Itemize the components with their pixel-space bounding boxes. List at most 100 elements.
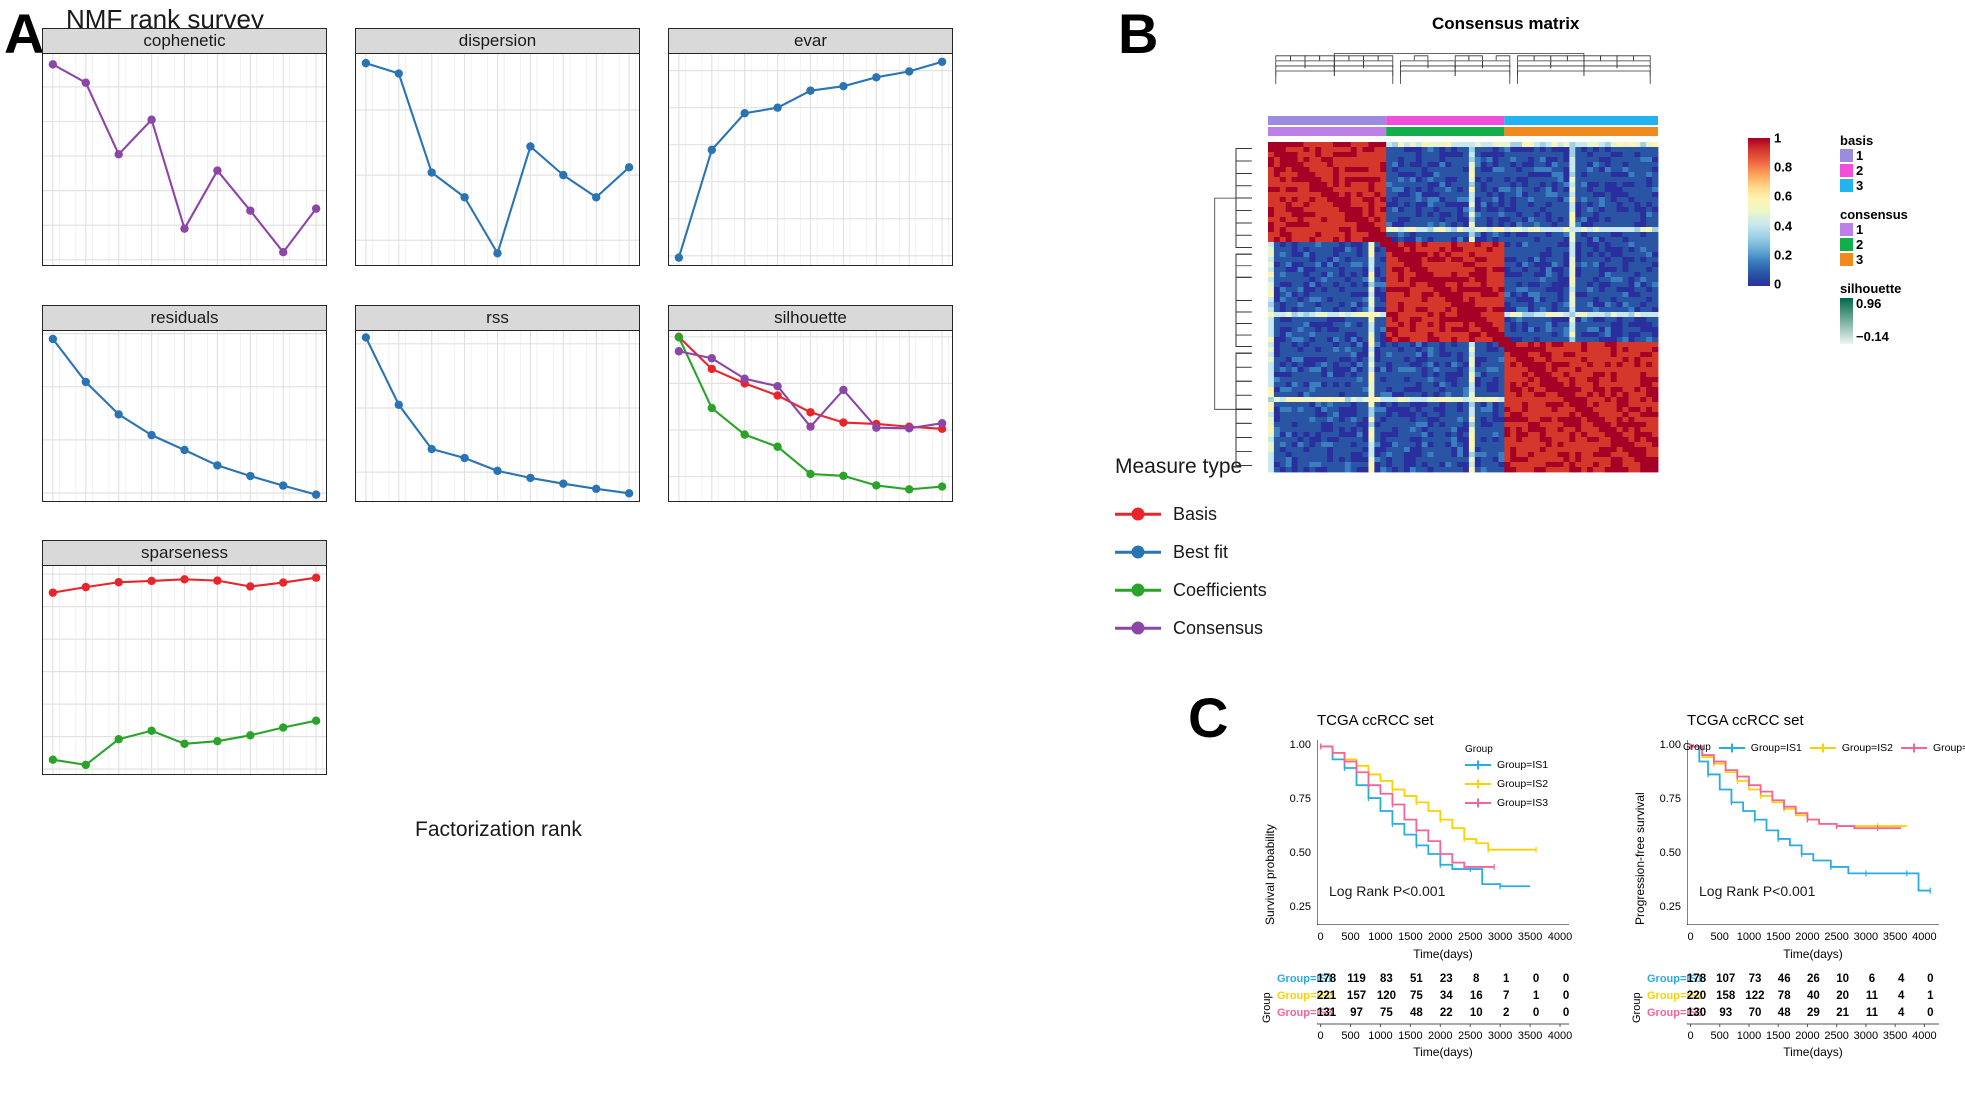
silhouette-max-label: 0.96: [1856, 296, 1882, 311]
km-x-tick-label: 2000: [1795, 931, 1820, 943]
scale-tick-label: 1: [1774, 130, 1782, 146]
legend-item[interactable]: Consensus: [1115, 609, 1267, 647]
km-x-tick-label: 2500: [1824, 931, 1849, 943]
risk-table-cell: 0: [1562, 990, 1570, 1002]
legend-title: basis: [1840, 133, 1874, 148]
consensus-matrix-figure: [1180, 30, 1740, 480]
km-legend-item-label: Group=IS2: [1497, 777, 1549, 790]
km-y-tick-label: 1.00: [1659, 739, 1681, 752]
km-legend-swatch: [1465, 760, 1491, 770]
risk-table-cell: 26: [1807, 973, 1820, 985]
km-x-tick-label: 2000: [1428, 931, 1453, 943]
km-x-tick-label: 1500: [1765, 931, 1791, 943]
km-y-tick-label: 0.50: [1659, 847, 1681, 859]
legend-title: consensus: [1840, 207, 1908, 222]
km-y-tick-label: 0.75: [1659, 793, 1681, 806]
consensus-heatmap: [1214, 53, 1659, 473]
legend-swatch: [1115, 506, 1161, 522]
legend-item[interactable]: Basis: [1115, 495, 1267, 533]
facet-residuals: residuals 2e+053e+054e+055e+052345678910: [42, 305, 327, 502]
km-plot-title: TCGA ccRCC set: [1317, 712, 1434, 729]
legend-item-label: Best fit: [1173, 541, 1229, 562]
risk-table-x-axis-label: Time(days): [1783, 1045, 1843, 1059]
risk-table-cell: 7: [1502, 990, 1510, 1002]
log-rank-pvalue: Log Rank P<0.001: [1699, 883, 1816, 899]
km-legend-item[interactable]: Group=IS2: [1809, 738, 1893, 757]
km-x-axis-label: Time(days): [1783, 947, 1843, 961]
risk-table-cell: 0: [1532, 1007, 1540, 1019]
panel-b-legends: basis 123 consensus 123 silhouette 0.96 …: [1840, 133, 1908, 346]
km-legend-item[interactable]: Group=IS1: [1718, 738, 1802, 757]
km-x-tick-label: 4000: [1912, 931, 1937, 943]
legend-item[interactable]: Best fit: [1115, 533, 1267, 571]
km-x-tick-label: 3000: [1487, 931, 1513, 943]
risk-table-x-tick-label: 2500: [1457, 1030, 1483, 1042]
km-legend: Group Group=IS1 Group=IS2 Group=IS3: [1465, 744, 1548, 812]
legend-title: silhouette: [1840, 281, 1902, 296]
km-x-tick-label: 3500: [1517, 931, 1543, 943]
facet-cophenetic: cophenetic 0.930.940.950.960.970.9823456…: [42, 28, 327, 266]
legend-item[interactable]: 2: [1840, 163, 1908, 178]
legend-swatch: [1115, 582, 1161, 598]
km-y-tick-label: 0.25: [1659, 900, 1681, 913]
legend-swatch: [1840, 223, 1853, 236]
km-legend-item[interactable]: Group=IS3: [1900, 738, 1965, 757]
km-x-tick-label: 500: [1341, 931, 1360, 943]
risk-table-cell: 8: [1473, 973, 1480, 985]
legend-item[interactable]: 3: [1840, 252, 1908, 267]
legend-item-label: Coefficients: [1173, 579, 1267, 600]
risk-table-group-axis-label: Group: [1261, 992, 1273, 1023]
legend-swatch: [1840, 238, 1853, 251]
risk-table-x-tick-label: 1000: [1736, 1030, 1762, 1042]
risk-table-cell: 10: [1469, 1007, 1483, 1019]
risk-table-x-axis-label: Time(days): [1413, 1045, 1473, 1059]
facet-strip-label: rss: [355, 305, 640, 331]
km-legend-item-label: Group=IS1: [1497, 758, 1549, 771]
legend-item[interactable]: Coefficients: [1115, 571, 1267, 609]
risk-table-cell: 4: [1897, 1007, 1905, 1019]
legend-item[interactable]: 2: [1840, 237, 1908, 252]
risk-table-x-tick-label: 500: [1341, 1030, 1360, 1042]
legend-entries: 123: [1840, 222, 1908, 267]
legend-item[interactable]: 1: [1840, 222, 1908, 237]
scale-tick-label: 0.4: [1774, 218, 1793, 234]
risk-table-cell: 93: [1719, 1007, 1733, 1019]
risk-table-x-tick-label: 3000: [1853, 1030, 1879, 1042]
risk-table-x-tick-label: 4000: [1547, 1030, 1573, 1042]
scale-tick-label: 0: [1774, 276, 1782, 292]
km-legend-item[interactable]: Group=IS1: [1465, 755, 1548, 774]
facet-strip-label: sparseness: [42, 540, 327, 566]
color-scale-bar: [1748, 138, 1770, 286]
km-y-axis-label: Survival probability: [1263, 824, 1277, 925]
scale-tick-label: 0.8: [1774, 159, 1793, 175]
km-x-tick-label: 500: [1710, 931, 1729, 943]
risk-table-cell: 107: [1716, 973, 1736, 985]
risk-table-x-tick-label: 3000: [1487, 1030, 1513, 1042]
risk-table-cell: 11: [1865, 1007, 1878, 1019]
km-y-tick-label: 0.50: [1289, 847, 1311, 859]
risk-table-cell: 6: [1868, 973, 1876, 985]
risk-table-cell: 0: [1927, 973, 1934, 985]
legend-item[interactable]: 3: [1840, 178, 1908, 193]
km-legend-item[interactable]: Group=IS3: [1465, 793, 1548, 812]
facet-rss: rss 1e+082e+083e+082345678910: [355, 305, 640, 502]
km-x-tick-label: 1500: [1398, 931, 1423, 943]
risk-table-cell: 20: [1836, 990, 1850, 1002]
risk-table-cell: 70: [1748, 1007, 1762, 1019]
legend-swatch: [1840, 179, 1853, 192]
legend-item[interactable]: 1: [1840, 148, 1908, 163]
consensus-color-scale: 1 0.8 0.6 0.4 0.2 0: [1748, 131, 1818, 292]
facet-plot-area: 0.930.940.950.960.970.982345678910: [42, 54, 327, 266]
risk-table-cell: 48: [1777, 1007, 1791, 1019]
scale-tick-label: 0.2: [1774, 247, 1793, 263]
facet-strip-label: cophenetic: [42, 28, 327, 54]
km-legend-item[interactable]: Group=IS2: [1465, 774, 1548, 793]
km-legend-title: Group: [1465, 744, 1493, 755]
legend-consensus: consensus 123: [1840, 207, 1908, 267]
risk-table-x-tick-label: 500: [1710, 1030, 1729, 1042]
risk-table-x-tick-label: 0: [1687, 1030, 1694, 1042]
scale-tick-label: 0.6: [1774, 188, 1793, 204]
risk-table-x-tick-label: 0: [1317, 1030, 1324, 1042]
km-x-tick-label: 3000: [1853, 931, 1879, 943]
km-legend-title: Group: [1683, 742, 1711, 753]
